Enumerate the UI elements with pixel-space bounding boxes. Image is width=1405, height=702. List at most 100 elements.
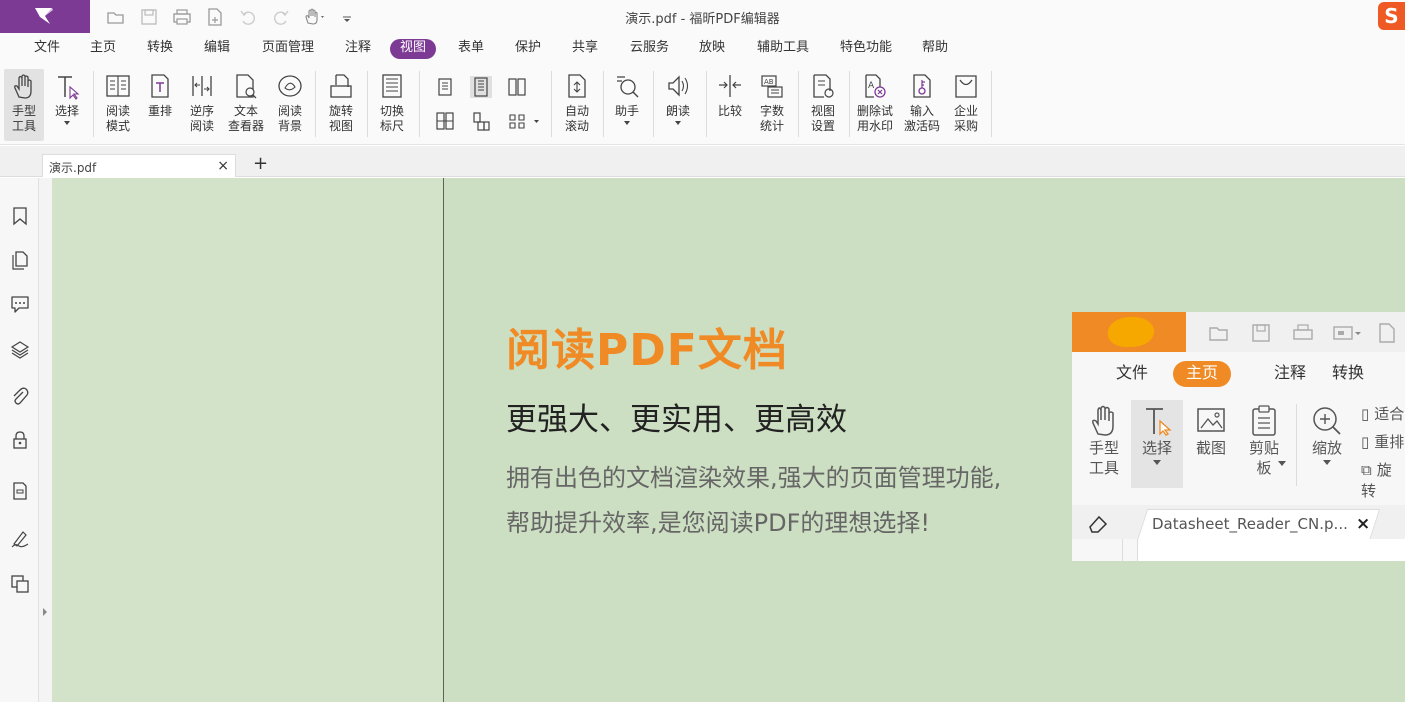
assistant-button[interactable]: 助手 xyxy=(607,69,647,141)
text-viewer-button[interactable]: 文本 查看器 xyxy=(224,69,268,141)
pages-icon[interactable] xyxy=(10,250,30,270)
embedded-save-icon xyxy=(1250,322,1272,344)
reverse-read-icon xyxy=(192,76,212,96)
view-settings-icon xyxy=(813,74,834,98)
embedded-divider xyxy=(1122,539,1123,561)
menu-file[interactable]: 文件 xyxy=(24,39,70,59)
text-viewer-icon xyxy=(236,74,257,99)
dropdown-icon xyxy=(675,121,681,125)
separator xyxy=(93,71,94,137)
word-count-label: 字数 统计 xyxy=(759,104,784,133)
remove-watermark-button[interactable]: A 删除试 用水印 xyxy=(853,69,897,141)
select-tool-label: 选择 xyxy=(54,104,79,118)
attachment-icon[interactable] xyxy=(10,386,30,406)
embedded-reflow-label: 重排 xyxy=(1374,433,1405,451)
compare-icon xyxy=(719,75,741,97)
title-bar: 演示.pdf - 福昕PDF编辑器 S xyxy=(0,0,1405,33)
hand-tool-button[interactable]: 手型 工具 xyxy=(4,69,44,141)
speaker-icon xyxy=(668,75,689,97)
menu-convert[interactable]: 转换 xyxy=(137,39,183,59)
close-tab-icon[interactable]: × xyxy=(217,158,229,174)
document-page-left xyxy=(52,178,443,702)
compare-button[interactable]: 比较 xyxy=(711,69,749,141)
embedded-content-area xyxy=(1137,539,1405,561)
reverse-read-button[interactable]: 逆序 阅读 xyxy=(182,69,222,141)
cover-page-icon[interactable] xyxy=(470,110,492,132)
embedded-menu-annotate: 注释 xyxy=(1274,363,1307,382)
activation-code-button[interactable]: 输入 激活码 xyxy=(900,69,944,141)
auto-scroll-icon xyxy=(568,74,586,98)
embedded-select-tool: 选择 xyxy=(1131,400,1183,488)
rotate-view-icon xyxy=(330,74,352,98)
embedded-reflow-icon: ▯ xyxy=(1361,433,1370,451)
facing-pages-icon[interactable] xyxy=(506,76,528,98)
menu-help[interactable]: 帮助 xyxy=(912,39,958,59)
form-icon[interactable] xyxy=(10,481,30,501)
embedded-hand-tool: 手型 工具 xyxy=(1083,400,1125,488)
separator xyxy=(798,71,799,137)
text-viewer-label: 文本 查看器 xyxy=(227,104,264,133)
separator xyxy=(551,71,552,137)
menu-cloud[interactable]: 云服务 xyxy=(620,39,679,59)
rotate-view-button[interactable]: 旋转 视图 xyxy=(320,69,362,141)
reflow-icon xyxy=(151,74,169,98)
document-description-line-2: 帮助提升效率,是您阅读PDF的理想选择! xyxy=(506,509,931,537)
menu-page-management[interactable]: 页面管理 xyxy=(252,39,324,59)
embedded-menu-convert: 转换 xyxy=(1332,363,1365,382)
read-mode-button[interactable]: 阅读 模式 xyxy=(98,69,138,141)
security-icon[interactable] xyxy=(10,430,30,450)
document-tab[interactable]: 演示.pdf × xyxy=(42,154,236,177)
ime-badge[interactable]: S xyxy=(1378,2,1405,30)
compare-pages-icon[interactable] xyxy=(10,574,30,594)
reverse-read-label: 逆序 阅读 xyxy=(189,104,214,133)
expand-panel-icon[interactable] xyxy=(41,603,49,616)
menu-slideshow[interactable]: 放映 xyxy=(689,39,735,59)
menu-form[interactable]: 表单 xyxy=(448,39,494,59)
new-tab-button[interactable]: + xyxy=(253,153,268,174)
toggle-ruler-button[interactable]: 切换 标尺 xyxy=(372,69,412,141)
reflow-button[interactable]: 重排 xyxy=(142,69,178,141)
split-view-icon[interactable] xyxy=(506,110,540,132)
layers-icon[interactable] xyxy=(10,340,30,360)
menu-view[interactable]: 视图 xyxy=(390,39,437,59)
shopping-bag-icon xyxy=(955,75,977,98)
auto-scroll-button[interactable]: 自动 滚动 xyxy=(557,69,597,141)
view-settings-button[interactable]: 视图 设置 xyxy=(802,69,844,141)
svg-text:A: A xyxy=(868,81,875,91)
activation-key-icon xyxy=(913,74,931,98)
comment-icon[interactable] xyxy=(10,294,30,314)
separator xyxy=(991,71,992,137)
continuous-page-icon[interactable] xyxy=(470,76,492,98)
svg-text:AB: AB xyxy=(764,78,774,86)
word-count-icon: AB xyxy=(761,75,783,98)
menu-bar: 文件 主页 转换 编辑 页面管理 注释 视图 表单 保护 共享 云服务 放映 辅… xyxy=(0,33,1405,63)
menu-accessibility[interactable]: 辅助工具 xyxy=(747,39,819,59)
bookmark-icon[interactable] xyxy=(10,206,30,226)
separator xyxy=(706,71,707,137)
embedded-print-icon xyxy=(1292,322,1314,344)
document-tab-bar: 演示.pdf × xyxy=(0,146,1405,177)
window-title: 演示.pdf - 福昕PDF编辑器 xyxy=(625,12,780,27)
read-aloud-button[interactable]: 朗读 xyxy=(658,69,698,141)
single-page-icon[interactable] xyxy=(434,76,456,98)
menu-edit[interactable]: 编辑 xyxy=(194,39,240,59)
enterprise-purchase-button[interactable]: 企业 采购 xyxy=(946,69,986,141)
continuous-facing-icon[interactable] xyxy=(434,110,456,132)
signature-icon[interactable] xyxy=(10,528,30,548)
separator xyxy=(419,71,420,137)
menu-home[interactable]: 主页 xyxy=(80,39,126,59)
embedded-zoom-icon xyxy=(1313,407,1341,435)
menu-annotate[interactable]: 注释 xyxy=(335,39,381,59)
activation-code-label: 输入 激活码 xyxy=(903,104,940,133)
panel-gutter xyxy=(39,178,52,702)
menu-protect[interactable]: 保护 xyxy=(505,39,551,59)
read-background-button[interactable]: 阅读 背景 xyxy=(270,69,310,141)
embedded-fit-item: ▯ 适合 xyxy=(1361,403,1404,424)
menu-features[interactable]: 特色功能 xyxy=(830,39,902,59)
select-tool-button[interactable]: 选择 xyxy=(48,69,86,141)
embedded-separator xyxy=(1296,404,1297,486)
remove-watermark-label: 删除试 用水印 xyxy=(856,104,893,133)
embedded-fit-icon: ▯ xyxy=(1361,405,1370,423)
menu-share[interactable]: 共享 xyxy=(562,39,608,59)
word-count-button[interactable]: AB 字数 统计 xyxy=(752,69,792,141)
